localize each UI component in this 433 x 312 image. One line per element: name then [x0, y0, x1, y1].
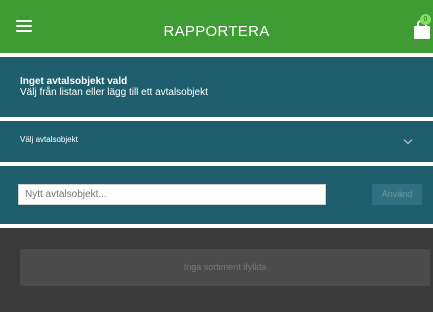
new-contract-input[interactable]: [18, 184, 326, 205]
app-header: RAPPORTERA 0: [0, 0, 433, 53]
use-button[interactable]: Använd: [372, 184, 422, 205]
no-assortment-button[interactable]: Inga sortiment ifyllda: [20, 249, 430, 286]
contract-select-label: Välj avtalsobjekt: [20, 135, 78, 144]
no-contract-subtitle: Välj från listan eller lägg till ett avt…: [20, 87, 208, 98]
page-title: RAPPORTERA: [163, 23, 270, 40]
no-contract-title: Inget avtalsobjekt vald: [20, 76, 128, 87]
cart-count-badge: 0: [420, 14, 431, 25]
